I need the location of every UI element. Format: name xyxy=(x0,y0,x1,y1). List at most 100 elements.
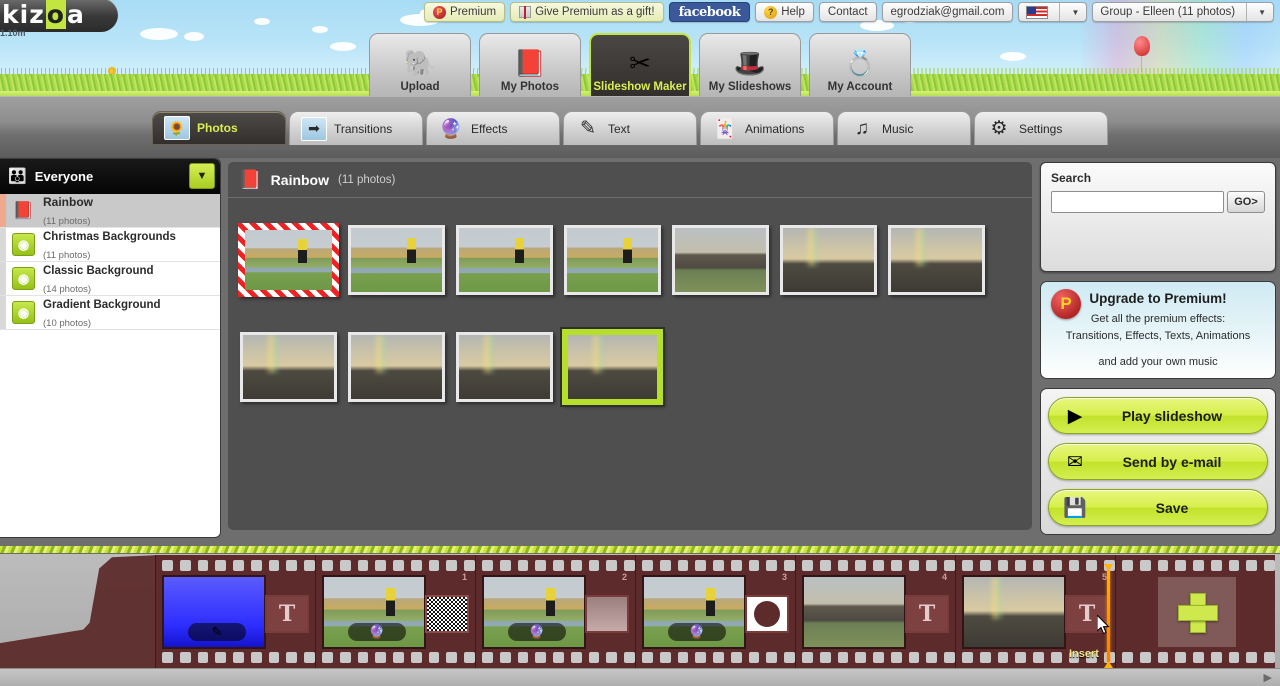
photo-thumbnail[interactable] xyxy=(238,223,339,297)
premium-button[interactable]: P Premium xyxy=(424,2,505,22)
album-list: 📕 Rainbow (11 photos) ◉ Christmas Backgr… xyxy=(0,194,220,330)
premium-badge-icon: P xyxy=(1051,289,1081,319)
module-slideshow-maker[interactable]: ✂ Slideshow Maker xyxy=(589,33,691,96)
module-my-photos[interactable]: 📕 My Photos xyxy=(479,33,581,96)
sidebar-item-christmas-backgrounds[interactable]: ◉ Christmas Backgrounds (11 photos) xyxy=(0,228,220,262)
timeline-frame[interactable]: 2 🔮 xyxy=(475,555,635,668)
album-name: Christmas Backgrounds xyxy=(43,231,176,243)
photo-thumbnail[interactable] xyxy=(456,225,553,295)
elephant-icon: 🐘 xyxy=(399,46,441,80)
album-name: Gradient Background xyxy=(43,299,161,311)
module-my-account[interactable]: 💍 My Account xyxy=(809,33,911,96)
frame-transition-badge[interactable] xyxy=(425,595,469,633)
frame-slide[interactable]: 🔮 xyxy=(322,575,426,649)
timeline-footer: ▶ xyxy=(0,668,1280,686)
kizoa-app: kizoa 1.10m P Premium Give Premium as a … xyxy=(0,0,1280,686)
photo-thumbnail[interactable] xyxy=(564,225,661,295)
photo-thumbnail[interactable] xyxy=(348,332,445,402)
tab-music[interactable]: ♫ Music xyxy=(837,111,971,145)
album-name: Rainbow xyxy=(43,195,93,209)
timeline-top-strip xyxy=(0,546,1280,554)
timeline-frame[interactable]: 3 🔮 xyxy=(635,555,795,668)
frame-transition-badge[interactable]: T xyxy=(905,595,949,633)
save-button[interactable]: 💾 Save xyxy=(1048,489,1268,526)
tab-settings[interactable]: ⚙ Settings xyxy=(974,111,1108,145)
help-button[interactable]: ? Help xyxy=(755,2,814,22)
timeline-scroll-arrow[interactable]: ▶ xyxy=(1264,671,1272,684)
floppy-disk-icon: 💾 xyxy=(1058,494,1092,522)
photo-thumbnail[interactable] xyxy=(888,225,985,295)
tab-text[interactable]: ✎ Text xyxy=(563,111,697,145)
frame-slide[interactable]: 🔮 xyxy=(482,575,586,649)
photo-panel-header: 📕 Rainbow (11 photos) xyxy=(228,162,1032,198)
right-rail: Search GO> P Upgrade to Premium! Get all… xyxy=(1040,162,1276,535)
tab-label: Settings xyxy=(1019,122,1062,136)
gear-icon: ⚙ xyxy=(986,117,1012,141)
timeline-frame[interactable]: ✎ T xyxy=(155,555,315,668)
module-my-slideshows[interactable]: 🎩 My Slideshows xyxy=(699,33,801,96)
timeline-frame[interactable]: 4 T xyxy=(795,555,955,668)
tab-photos[interactable]: 🌻 Photos xyxy=(152,111,286,145)
give-premium-gift-button[interactable]: Give Premium as a gift! xyxy=(510,2,664,22)
frame-effect-badge[interactable]: 🔮 xyxy=(668,623,726,641)
cloud-icon xyxy=(254,18,270,25)
frame-effect-badge[interactable]: ✎ xyxy=(188,623,246,641)
photo-thumbnail[interactable] xyxy=(672,225,769,295)
timeline-add-frame[interactable] xyxy=(1115,555,1275,668)
module-upload[interactable]: 🐘 Upload xyxy=(369,33,471,96)
sidebar-scope-label: Everyone xyxy=(35,169,94,184)
pen-paper-icon: ✎ xyxy=(575,117,601,141)
module-label: My Photos xyxy=(501,81,559,93)
us-flag-icon xyxy=(1026,6,1048,19)
photo-thumbnail-selected[interactable] xyxy=(562,329,663,405)
sidebar-header[interactable]: 👪 Everyone ▼ xyxy=(0,159,220,194)
add-slide-button[interactable] xyxy=(1158,577,1236,647)
tab-animations[interactable]: 🃏 Animations xyxy=(700,111,834,145)
upgrade-promo-panel[interactable]: P Upgrade to Premium! Get all the premiu… xyxy=(1040,281,1276,379)
sidebar-item-gradient-background[interactable]: ◉ Gradient Background (10 photos) xyxy=(0,296,220,330)
cloud-icon xyxy=(1000,52,1026,61)
search-label: Search xyxy=(1051,171,1265,185)
photo-thumbnail[interactable] xyxy=(348,225,445,295)
frame-effect-badge[interactable]: 🔮 xyxy=(348,623,406,641)
contact-button[interactable]: Contact xyxy=(819,2,877,22)
photo-books-icon: 📕 xyxy=(509,46,551,80)
sidebar-item-rainbow[interactable]: 📕 Rainbow (11 photos) xyxy=(0,194,220,228)
tab-effects[interactable]: 🔮 Effects xyxy=(426,111,560,145)
promo-line-3: and add your own music xyxy=(1041,356,1275,368)
frame-number: 4 xyxy=(942,572,947,582)
envelope-at-icon: ✉ xyxy=(1058,448,1092,476)
sidebar-item-classic-background[interactable]: ◉ Classic Background (14 photos) xyxy=(0,262,220,296)
pen-icon: ✎ xyxy=(212,624,223,640)
logo-highlight-letter: o xyxy=(46,0,66,29)
frame-transition-badge[interactable] xyxy=(585,595,629,633)
frame-effect-badge[interactable]: 🔮 xyxy=(508,623,566,641)
sidebar-dropdown-button[interactable]: ▼ xyxy=(189,163,215,189)
language-selector[interactable]: ▼ xyxy=(1018,2,1087,22)
tab-transitions[interactable]: ➡ Transitions xyxy=(289,111,423,145)
group-selector[interactable]: Group - Elleen (11 photos) ▼ xyxy=(1092,2,1274,22)
camera-icon: ◉ xyxy=(12,301,35,324)
frame-slide[interactable] xyxy=(802,575,906,649)
frame-slide[interactable]: ✎ xyxy=(162,575,266,649)
send-by-email-button[interactable]: ✉ Send by e-mail xyxy=(1048,443,1268,480)
photo-thumbnail[interactable] xyxy=(240,332,337,402)
photo-thumbnail[interactable] xyxy=(780,225,877,295)
facebook-button[interactable]: facebook xyxy=(669,2,751,22)
frame-transition-badge[interactable] xyxy=(745,595,789,633)
group-selector-label: Group - Elleen (11 photos) xyxy=(1093,3,1242,21)
balloon-icon xyxy=(1134,36,1150,56)
module-label: Upload xyxy=(401,81,440,93)
photo-thumbnail[interactable] xyxy=(456,332,553,402)
frame-transition-badge[interactable]: T xyxy=(265,595,309,633)
timeline-frame[interactable]: 1 🔮 xyxy=(315,555,475,668)
account-email-button[interactable]: egrodziak@gmail.com xyxy=(882,2,1014,22)
search-input[interactable] xyxy=(1051,191,1224,213)
timeline-filmstrip[interactable]: ✎ T 1 🔮 xyxy=(0,546,1280,686)
search-go-button[interactable]: GO> xyxy=(1227,191,1265,213)
frame-number: 2 xyxy=(622,572,627,582)
play-slideshow-button[interactable]: ▶ Play slideshow xyxy=(1048,397,1268,434)
frame-slide[interactable]: 🔮 xyxy=(642,575,746,649)
help-label: Help xyxy=(781,6,805,18)
frame-slide[interactable] xyxy=(962,575,1066,649)
